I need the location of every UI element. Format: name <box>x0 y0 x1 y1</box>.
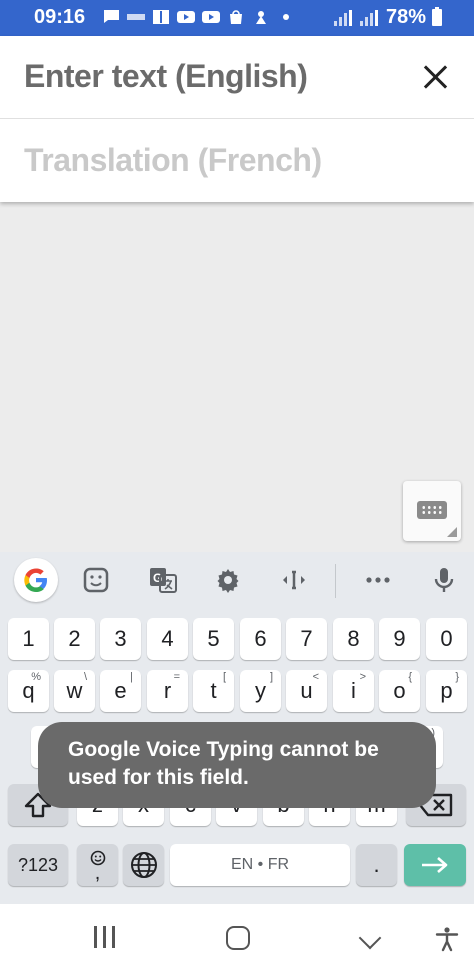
key-1[interactable]: 1 <box>8 618 49 660</box>
status-right: 78% <box>333 6 442 29</box>
key-label: t <box>210 678 217 703</box>
app-icon <box>252 8 270 25</box>
key-2[interactable]: 2 <box>54 618 95 660</box>
source-input-row: Enter text (English) <box>0 36 474 119</box>
microphone-icon[interactable] <box>430 566 458 594</box>
translation-output: Translation (French) <box>24 142 322 178</box>
arrow-right-icon <box>422 857 448 873</box>
recent-apps-icon[interactable] <box>94 926 115 948</box>
corner-mark <box>447 527 457 537</box>
key-8[interactable]: 8 <box>333 618 374 660</box>
more-options-icon[interactable] <box>364 566 392 594</box>
key-y[interactable]: y] <box>240 670 281 712</box>
book-icon <box>152 8 170 25</box>
period-key[interactable]: . <box>356 844 397 886</box>
status-bar: 09:16 78% <box>0 0 474 36</box>
key-label: p <box>440 678 453 703</box>
keyboard-icon <box>417 501 447 519</box>
key-hint: [ <box>222 671 226 683</box>
notification-icons <box>102 8 295 25</box>
key-label: u <box>300 678 313 703</box>
symbols-key[interactable]: ?123 <box>8 844 68 886</box>
key-hint: ] <box>269 671 273 683</box>
key-hint: { <box>408 671 412 683</box>
key-5[interactable]: 5 <box>193 618 234 660</box>
shopping-bag-icon <box>227 8 245 25</box>
key-label: y <box>255 678 266 703</box>
cursor-control-icon[interactable] <box>280 566 308 594</box>
back-chevron-icon[interactable] <box>358 926 382 950</box>
settings-gear-icon[interactable] <box>214 566 242 594</box>
language-switch-key[interactable] <box>123 844 164 886</box>
key-3[interactable]: 3 <box>100 618 141 660</box>
keyboard-toggle-button[interactable] <box>403 481 461 541</box>
comma-label: , <box>94 862 101 884</box>
key-0[interactable]: 0 <box>426 618 467 660</box>
home-icon[interactable] <box>226 926 250 950</box>
key-6[interactable]: 6 <box>240 618 281 660</box>
accessibility-icon[interactable] <box>434 926 460 952</box>
key-r[interactable]: r = <box>147 670 188 712</box>
comma-emoji-key[interactable]: , <box>77 844 118 886</box>
key-i[interactable]: i > <box>333 670 374 712</box>
key-label: i <box>351 678 356 703</box>
signal-icon <box>333 9 352 26</box>
key-4[interactable]: 4 <box>147 618 188 660</box>
voice-typing-toast: Google Voice Typing cannot be used for t… <box>38 722 436 808</box>
office365-icon <box>127 8 145 25</box>
key-hint: } <box>455 671 459 683</box>
system-navigation-bar <box>0 904 474 974</box>
keyboard-toolbar: G <box>0 552 474 610</box>
key-hint: < <box>312 671 319 683</box>
key-label: w <box>66 678 83 703</box>
key-q[interactable]: q% <box>8 670 49 712</box>
key-w[interactable]: w \ <box>54 670 95 712</box>
status-time: 09:16 <box>34 6 86 28</box>
signal-icon <box>359 9 378 26</box>
key-7[interactable]: 7 <box>286 618 327 660</box>
key-label: r <box>163 678 172 703</box>
key-p[interactable]: p} <box>426 670 467 712</box>
source-text-input[interactable]: Enter text (English) <box>24 58 308 95</box>
key-t[interactable]: t[ <box>193 670 234 712</box>
key-label: e <box>114 678 127 703</box>
key-hint: % <box>31 671 41 683</box>
key-hint: = <box>173 671 180 683</box>
google-icon[interactable] <box>14 558 58 602</box>
battery-icon <box>432 7 442 26</box>
translate-icon[interactable]: G <box>148 566 177 594</box>
toolbar-divider <box>335 564 336 598</box>
enter-key[interactable] <box>404 844 466 886</box>
key-hint: | <box>130 671 133 683</box>
key-hint: > <box>359 671 366 683</box>
key-e[interactable]: e | <box>100 670 141 712</box>
key-u[interactable]: u < <box>286 670 327 712</box>
dot-icon <box>277 8 295 25</box>
close-icon[interactable] <box>418 60 452 94</box>
space-bar[interactable]: EN • FR <box>170 844 350 886</box>
message-icon <box>102 8 120 25</box>
sticker-icon[interactable] <box>82 566 110 594</box>
translate-card: Enter text (English) Translation (French… <box>0 36 474 202</box>
key-hint: \ <box>83 671 87 683</box>
battery-percent: 78% <box>385 6 426 28</box>
youtube-icon <box>177 8 195 25</box>
key-9[interactable]: 9 <box>379 618 420 660</box>
key-o[interactable]: o{ <box>379 670 420 712</box>
key-label: o <box>393 678 406 703</box>
youtube-icon <box>202 8 220 25</box>
globe-icon <box>130 852 157 878</box>
